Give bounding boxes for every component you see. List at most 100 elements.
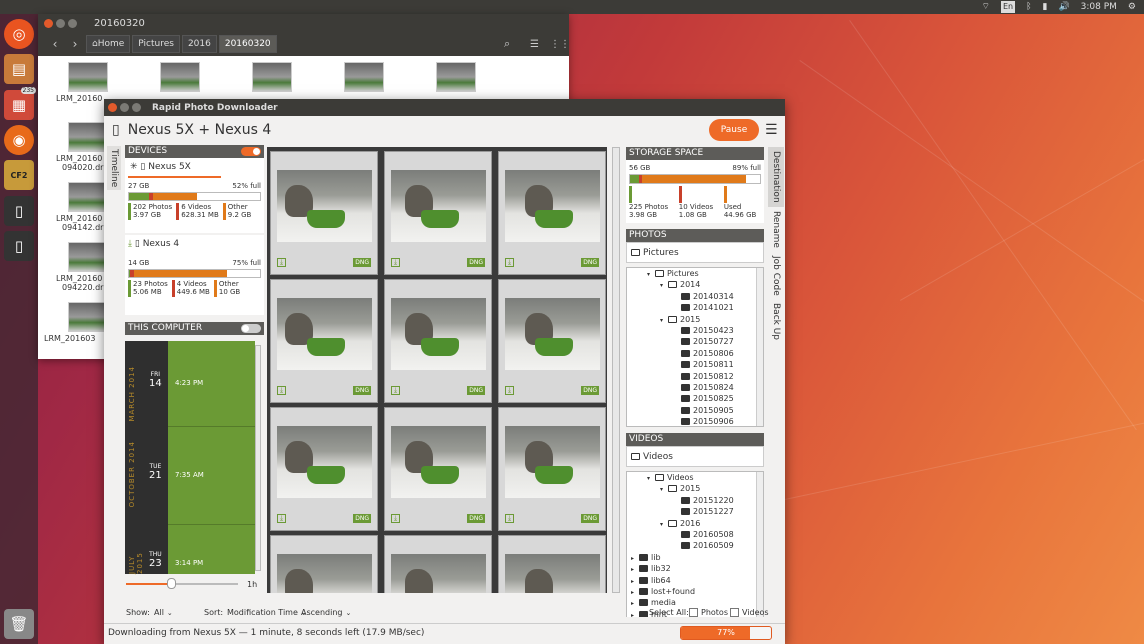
photo-thumbnail[interactable]: ⤓DNG [498, 407, 606, 531]
timeline-zoom-slider[interactable]: 1h [126, 577, 261, 591]
file-item[interactable] [334, 62, 394, 94]
wifi-icon[interactable]: ⌔ [981, 1, 989, 13]
tree-row[interactable]: 20150825 [627, 393, 763, 404]
tree-row[interactable]: 20150811 [627, 359, 763, 370]
photos-destination-folder[interactable]: Pictures [626, 242, 764, 263]
show-select[interactable]: All ⌄ [154, 608, 173, 617]
photo-thumbnail[interactable]: ⤓DNG [270, 535, 378, 593]
slider-handle[interactable] [166, 578, 176, 589]
download-checkbox-icon[interactable]: ⤓ [391, 258, 400, 267]
photo-thumbnail[interactable]: ⤓DNG [498, 279, 606, 403]
rpd-titlebar[interactable]: Rapid Photo Downloader [104, 99, 785, 116]
minimize-icon[interactable] [120, 103, 129, 112]
tree-row[interactable]: 20150727 [627, 336, 763, 347]
photo-thumbnail[interactable]: ⤓DNG [498, 151, 606, 275]
tree-row[interactable]: 20151227 [627, 506, 763, 517]
phone-device-icon-2[interactable]: ▯ [4, 231, 34, 261]
maximize-icon[interactable] [132, 103, 141, 112]
hamburger-menu-icon[interactable]: ☰ [765, 122, 778, 138]
grid-view-icon[interactable]: ⋮⋮ [550, 39, 570, 50]
file-item[interactable]: LRM_201603 [44, 302, 108, 343]
tree-row[interactable]: ▾ 2014 [627, 279, 763, 290]
timeline[interactable]: MARCH 2014 OCTOBER 2014 JULY 2015 FRI 14 … [125, 341, 261, 574]
phone-device-icon[interactable]: ▯ [4, 196, 34, 226]
bluetooth-icon[interactable]: ᛒ [1026, 1, 1031, 13]
file-item[interactable] [150, 62, 210, 94]
tree-row[interactable]: 20150423 [627, 325, 763, 336]
firefox-icon[interactable]: ◉ [4, 125, 34, 155]
tree-row[interactable]: 20150812 [627, 371, 763, 382]
files-app-icon[interactable]: ▤ [4, 54, 34, 84]
grid-scrollbar[interactable] [612, 147, 620, 593]
download-checkbox-icon[interactable]: ⤓ [391, 386, 400, 395]
order-select[interactable]: Ascending ⌄ [301, 608, 351, 617]
sort-select[interactable]: Modification Time ⌄ [227, 608, 307, 617]
close-icon[interactable] [108, 103, 117, 112]
back-icon[interactable]: ‹ [46, 37, 64, 51]
tree-row[interactable]: 20150806 [627, 348, 763, 359]
file-item[interactable]: LRM_20160 094142.dr [52, 182, 112, 232]
tree-row[interactable]: ▾ 2015 [627, 483, 763, 494]
breadcrumb-pictures[interactable]: Pictures [132, 35, 180, 53]
tree-scrollbar[interactable] [756, 472, 763, 617]
tree-row[interactable]: ▸ lib [627, 552, 763, 563]
breadcrumb-home[interactable]: ⌂Home [86, 35, 131, 53]
devices-toggle[interactable] [241, 147, 261, 156]
search-icon[interactable]: ⌕ [504, 37, 510, 51]
trash-icon[interactable]: 🗑 [4, 609, 34, 639]
this-computer-toggle[interactable] [241, 324, 261, 333]
timeline-scrollbar[interactable] [255, 345, 261, 571]
tree-row[interactable]: 20141021 [627, 302, 763, 313]
rapid-photo-downloader-icon[interactable]: ▦ 235 [4, 87, 36, 120]
tree-row[interactable]: ▾ 2016 [627, 518, 763, 529]
tree-row[interactable]: 20150824 [627, 382, 763, 393]
maximize-icon[interactable] [68, 18, 77, 28]
tree-row[interactable]: 20160508 [627, 529, 763, 540]
videos-destination-folder[interactable]: Videos [626, 446, 764, 467]
file-manager-titlebar[interactable]: 20160320 [38, 14, 569, 32]
file-item[interactable]: LRM_20160 094220.dr [52, 242, 112, 292]
cf-card-icon[interactable]: CF2 [4, 160, 34, 190]
download-checkbox-icon[interactable]: ⤓ [391, 514, 400, 523]
breadcrumb-20160320[interactable]: 20160320 [218, 35, 277, 53]
file-item[interactable]: LRM_20160 094020.dr [52, 122, 112, 172]
videos-checkbox[interactable] [730, 607, 739, 617]
download-checkbox-icon[interactable]: ⤓ [277, 514, 286, 523]
tree-row[interactable]: ▸ lib32 [627, 563, 763, 574]
minimize-icon[interactable] [56, 18, 65, 28]
tab-back-up[interactable]: Back Up [768, 299, 784, 344]
photo-thumbnail[interactable]: ⤓DNG [384, 535, 492, 593]
timeline-day[interactable]: TUE 21 [149, 463, 162, 481]
tree-row[interactable]: ▸ lost+found [627, 586, 763, 597]
device-card-nexus-4[interactable]: ⤓ ▯ Nexus 4 14 GB 75% full 23 Photos 5.06 … [125, 235, 264, 315]
tab-timeline[interactable]: Timeline [107, 146, 121, 191]
file-item[interactable] [426, 62, 486, 94]
tab-destination[interactable]: Destination [768, 147, 784, 207]
battery-icon[interactable]: ▮ [1042, 1, 1047, 13]
photo-thumbnail[interactable]: ⤓DNG [384, 151, 492, 275]
photo-thumbnail[interactable]: ⤓DNG [270, 151, 378, 275]
file-item[interactable] [242, 62, 302, 94]
download-checkbox-icon[interactable]: ⤓ [505, 514, 514, 523]
forward-icon[interactable]: › [66, 37, 84, 51]
tree-row[interactable]: 20160509 [627, 540, 763, 551]
download-checkbox-icon[interactable]: ⤓ [277, 386, 286, 395]
file-item[interactable]: LRM_20160 [52, 94, 112, 103]
photo-thumbnail[interactable]: ⤓DNG [498, 535, 606, 593]
tree-row[interactable]: ▾ Pictures [627, 268, 763, 279]
download-checkbox-icon[interactable]: ⤓ [505, 258, 514, 267]
list-view-icon[interactable]: ☰ [530, 39, 539, 50]
keyboard-layout-indicator[interactable]: En [1000, 1, 1016, 13]
gear-icon[interactable]: ⚙ [1128, 1, 1136, 13]
close-icon[interactable] [44, 18, 53, 28]
timeline-day[interactable]: FRI 14 [149, 371, 162, 389]
sound-icon[interactable]: 🔊 [1058, 1, 1069, 13]
tree-row[interactable]: 20150905 [627, 405, 763, 416]
photos-checkbox[interactable] [689, 607, 698, 617]
photos-folder-tree[interactable]: ▾ Pictures ▾ 2014 20140314 20141021 ▾ 2015 20150… [626, 267, 764, 427]
download-checkbox-icon[interactable]: ⤓ [505, 386, 514, 395]
tree-row[interactable]: 20151220 [627, 495, 763, 506]
breadcrumb-2016[interactable]: 2016 [181, 35, 217, 53]
download-checkbox-icon[interactable]: ⤓ [277, 258, 286, 267]
tree-row[interactable]: ▸ lib64 [627, 575, 763, 586]
